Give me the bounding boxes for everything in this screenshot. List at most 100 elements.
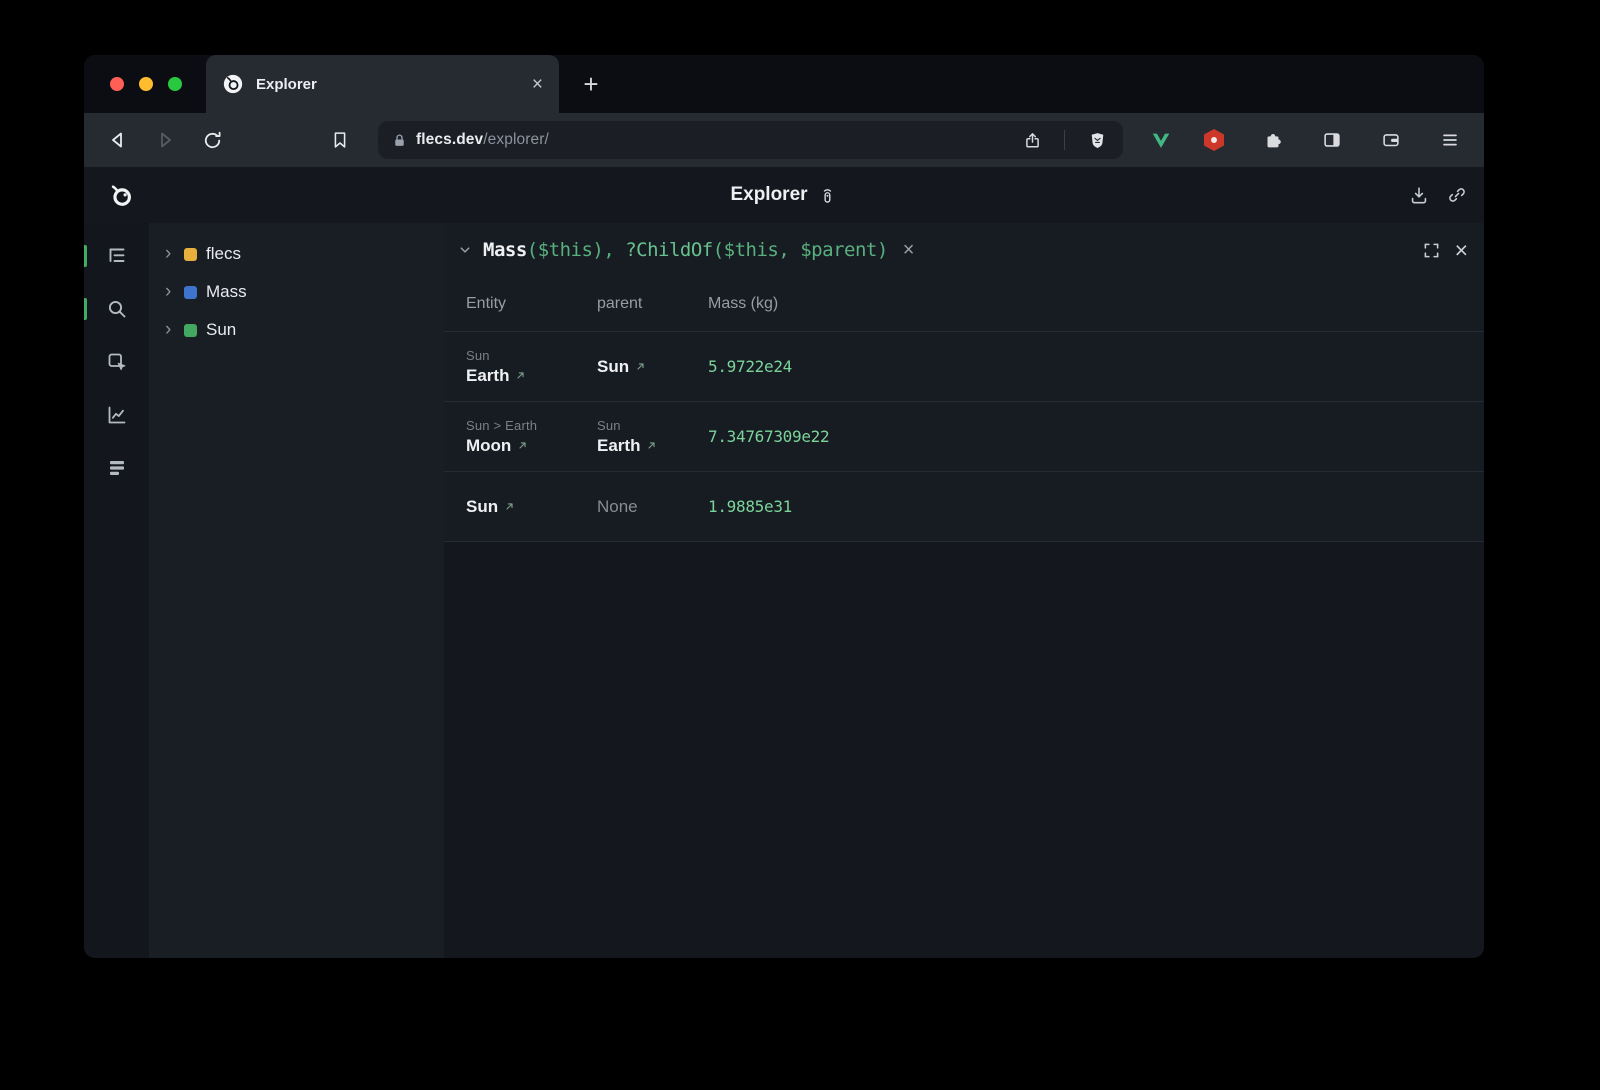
query-segment: ($this, $parent) [713,239,888,261]
url-path: /explorer/ [483,131,549,148]
cell-name[interactable]: Sun [466,497,597,517]
share-link-icon[interactable] [1446,184,1468,206]
sidebar-toggle-icon[interactable] [1314,122,1350,158]
query-text[interactable]: Mass($this), ?ChildOf($this, $parent) [483,239,888,261]
entity-cell[interactable]: Sun [466,497,597,517]
flecs-favicon [222,73,244,95]
query-segment: Mass [483,239,527,261]
address-bar[interactable]: flecs.dev/explorer/ [378,121,1123,159]
mass-cell: 1.9885e31 [708,497,1484,517]
url-text[interactable]: flecs.dev/explorer/ [416,131,549,149]
query-segment: ($this), [527,239,625,261]
tree-item-chevron[interactable]: › [165,320,175,339]
connection-remote-icon[interactable] [818,184,838,206]
tree-item-chevron[interactable]: › [165,282,175,301]
cell-name-text: Sun [466,497,498,517]
bookmark-icon[interactable] [322,122,358,158]
browser-window: Explorer × + fle [84,55,1484,958]
reload-button[interactable] [194,122,230,158]
brave-shield-icon[interactable] [1079,122,1115,158]
cell-name[interactable]: Moon [466,436,597,456]
query-clear-icon[interactable]: × [903,240,915,260]
browser-menu-icon[interactable] [1432,122,1468,158]
link-arrow-icon[interactable] [504,501,515,512]
close-window-button[interactable] [110,77,124,91]
link-arrow-icon[interactable] [515,370,526,381]
parent-cell[interactable]: None [597,497,708,517]
browser-toolbar: flecs.dev/explorer/ [84,113,1484,167]
cell-name-text: None [597,497,638,517]
toolbar-separator [1064,130,1065,150]
entity-cell[interactable]: Sun > Earth Moon [466,418,597,456]
column-header: Mass (kg) [708,295,1484,313]
tree-item-chevron[interactable]: › [165,244,175,263]
tree-item[interactable]: › Sun [165,311,444,349]
new-tab-button[interactable]: + [571,55,611,113]
result-table-header: EntityparentMass (kg) [444,277,1484,331]
zoom-window-button[interactable] [168,77,182,91]
back-button[interactable] [100,122,136,158]
mass-cell: 5.9722e24 [708,357,1484,377]
cell-path: Sun [597,418,708,433]
wallet-icon[interactable] [1373,122,1409,158]
browser-tab-explorer[interactable]: Explorer × [206,55,559,113]
query-close-icon[interactable]: × [1455,239,1468,262]
app-title-wrap: Explorer [730,184,837,206]
cell-name[interactable]: Earth [466,366,597,386]
tab-close-icon[interactable]: × [532,75,543,94]
link-arrow-icon[interactable] [646,440,657,451]
charts-button[interactable] [84,402,149,428]
cell-path: Sun > Earth [466,418,597,433]
tree-item-swatch [184,248,197,261]
minimize-window-button[interactable] [139,77,153,91]
cell-name-text: Earth [597,436,640,456]
left-icon-rail [84,223,149,958]
tree-view-button[interactable] [84,243,149,269]
query-bar-actions: × [1421,239,1468,262]
traffic-lights [84,55,206,113]
tree-item-label: Sun [206,320,236,340]
link-arrow-icon[interactable] [517,440,528,451]
cell-name[interactable]: Sun [597,357,708,377]
app-body: › flecs › Mass › Sun Mass($this), ?Child… [84,223,1484,958]
result-table-body: Sun Earth Sun 5.9722e24 Sun > Earth [444,331,1484,542]
tree-item-label: flecs [206,244,241,264]
app-header: Explorer [84,167,1484,223]
adblock-extension-icon[interactable] [1196,122,1232,158]
link-arrow-icon[interactable] [635,361,646,372]
browser-extensions [1149,122,1468,158]
tree-item-label: Mass [206,282,247,302]
download-icon[interactable] [1408,184,1430,206]
chevron-down-icon[interactable] [456,241,474,259]
table-row[interactable]: Sun Earth Sun 5.9722e24 [444,331,1484,401]
lock-icon [391,132,408,149]
query-search-button[interactable] [84,296,149,322]
cell-name[interactable]: Earth [597,436,708,456]
cell-name-text: Moon [466,436,511,456]
tree-item[interactable]: › Mass [165,273,444,311]
table-row[interactable]: Sun > Earth Moon Sun Earth 7.34767309e22 [444,401,1484,471]
parent-cell[interactable]: Sun Earth [597,418,708,456]
desktop-background: { "glyphs": { "close": "×", "new_tab": "… [0,0,1600,1090]
fullscreen-icon[interactable] [1421,240,1442,261]
cell-name-text: Sun [597,357,629,377]
forward-button[interactable] [147,122,183,158]
entity-cell[interactable]: Sun Earth [466,348,597,386]
tree-item[interactable]: › flecs [165,235,444,273]
share-icon[interactable] [1014,122,1050,158]
app-title: Explorer [730,184,807,206]
stats-button[interactable] [84,455,149,481]
table-row[interactable]: Sun None 1.9885e31 [444,471,1484,541]
vue-devtools-icon[interactable] [1149,128,1173,152]
inspector-button[interactable] [84,349,149,375]
query-segment: ?ChildOf [625,239,713,261]
mass-value: 7.34767309e22 [708,427,829,446]
query-panel: Mass($this), ?ChildOf($this, $parent) × … [444,223,1484,958]
parent-cell[interactable]: Sun [597,357,708,377]
cell-path: Sun [466,348,597,363]
query-bar: Mass($this), ?ChildOf($this, $parent) × … [444,223,1484,277]
cell-name-text: Earth [466,366,509,386]
tree-item-swatch [184,286,197,299]
flecs-logo[interactable] [108,182,135,209]
extensions-puzzle-icon[interactable] [1255,122,1291,158]
